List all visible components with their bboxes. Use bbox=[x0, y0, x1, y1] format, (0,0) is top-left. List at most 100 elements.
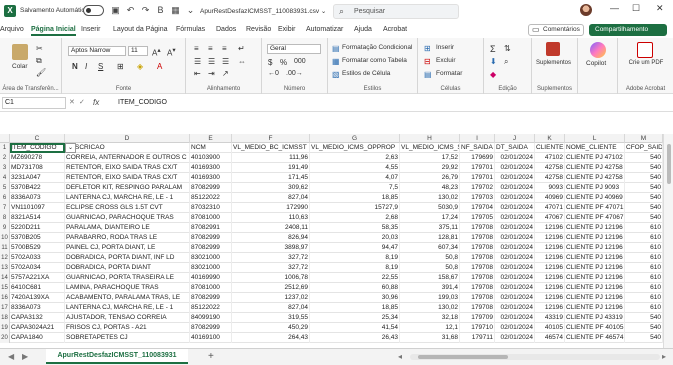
table-cell[interactable]: 8336A073 bbox=[10, 193, 65, 203]
table-cell[interactable]: 29,92 bbox=[400, 163, 460, 173]
header-cell[interactable]: DESCRICAO bbox=[65, 143, 190, 153]
table-cell[interactable]: GUARNICAO, PORTA TRASEIRA LE bbox=[65, 273, 190, 283]
share-button[interactable]: Compartilhamento bbox=[589, 24, 667, 36]
percent-button[interactable]: % bbox=[280, 58, 287, 67]
column-header-k[interactable]: K bbox=[535, 134, 565, 143]
table-cell[interactable]: CAPA1840 bbox=[10, 333, 65, 343]
table-cell[interactable]: 8,19 bbox=[310, 263, 400, 273]
table-cell[interactable]: 2,68 bbox=[310, 213, 400, 223]
table-cell[interactable]: 179710 bbox=[460, 323, 495, 333]
select-all-corner[interactable] bbox=[0, 134, 10, 143]
table-cell[interactable]: 610 bbox=[625, 293, 663, 303]
table-cell[interactable]: GUARNICAO, PARACHOQUE TRAS bbox=[65, 213, 190, 223]
row-number[interactable]: 9 bbox=[0, 223, 10, 233]
row-number[interactable]: 5 bbox=[0, 183, 10, 193]
table-cell[interactable]: CLIENTE PJ 43319 bbox=[565, 313, 625, 323]
undo-icon[interactable]: ↶ bbox=[125, 5, 136, 16]
align-left-icon[interactable]: ☰ bbox=[194, 57, 201, 66]
table-cell[interactable]: RETENTOR, EIXO SAIDA TRAS CX/T bbox=[65, 173, 190, 183]
table-cell[interactable]: 40969 bbox=[535, 193, 565, 203]
table-cell[interactable]: 540 bbox=[625, 183, 663, 193]
column-header-i[interactable]: I bbox=[460, 134, 495, 143]
horizontal-scroll-thumb[interactable] bbox=[418, 355, 508, 359]
table-cell[interactable]: 02/01/2024 bbox=[495, 273, 535, 283]
comments-button[interactable]: Comentários bbox=[528, 24, 584, 36]
table-cell[interactable]: 12196 bbox=[535, 233, 565, 243]
table-cell[interactable]: 327,72 bbox=[232, 253, 310, 263]
row-number[interactable]: 13 bbox=[0, 263, 10, 273]
table-cell[interactable]: 826,94 bbox=[232, 233, 310, 243]
table-cell[interactable]: CLIENTE PJ 9093 bbox=[565, 183, 625, 193]
column-header-f[interactable]: F bbox=[232, 134, 310, 143]
table-cell[interactable]: 179699 bbox=[460, 153, 495, 163]
table-cell[interactable]: CLIENTE PF 46574 bbox=[565, 333, 625, 343]
table-cell[interactable]: 60,88 bbox=[310, 283, 400, 293]
table-cell[interactable]: 40169100 bbox=[190, 333, 232, 343]
table-cell[interactable]: 540 bbox=[625, 313, 663, 323]
italic-button[interactable]: I bbox=[85, 62, 87, 71]
table-cell[interactable]: LAMINA, PARACHOQUE TRAS bbox=[65, 283, 190, 293]
table-cell[interactable]: 827,04 bbox=[232, 303, 310, 313]
fill-color-icon[interactable]: ◈ bbox=[137, 62, 143, 71]
table-cell[interactable]: 02/01/2024 bbox=[495, 153, 535, 163]
table-cell[interactable]: 83021000 bbox=[190, 263, 232, 273]
close-icon[interactable]: ✕ bbox=[656, 3, 664, 14]
customize-icon[interactable]: ⌄ bbox=[185, 5, 196, 16]
table-cell[interactable]: 1237,02 bbox=[232, 293, 310, 303]
table-cell[interactable]: 540 bbox=[625, 193, 663, 203]
align-right-icon[interactable]: ☰ bbox=[222, 57, 229, 66]
tab-inserir[interactable]: Inserir bbox=[81, 26, 100, 33]
align-center-icon[interactable]: ☰ bbox=[208, 57, 215, 66]
fill-icon[interactable]: ⬇ bbox=[490, 57, 497, 66]
table-cell[interactable]: 610 bbox=[625, 223, 663, 233]
header-cell[interactable]: ITEM_CODIGO bbox=[10, 143, 65, 153]
table-cell[interactable]: 31,68 bbox=[400, 333, 460, 343]
table-cell[interactable]: CLIENTE PJ 12196 bbox=[565, 253, 625, 263]
table-cell[interactable]: 199,03 bbox=[400, 293, 460, 303]
table-cell[interactable]: 179701 bbox=[460, 163, 495, 173]
header-cell[interactable]: NF_SAIDA bbox=[460, 143, 495, 153]
table-cell[interactable]: 5370B205 bbox=[10, 233, 65, 243]
table-cell[interactable]: 85122022 bbox=[190, 303, 232, 313]
header-cell[interactable]: CFOP_SAID bbox=[625, 143, 663, 153]
table-cell[interactable]: 12196 bbox=[535, 243, 565, 253]
table-cell[interactable]: 179708 bbox=[460, 263, 495, 273]
increase-indent-icon[interactable]: ⇥ bbox=[208, 69, 215, 78]
table-cell[interactable]: LANTERNA CJ, MARCHA RE, LE - 1 bbox=[65, 303, 190, 313]
column-header-e[interactable]: E bbox=[190, 134, 232, 143]
table-cell[interactable]: 5757A221XA bbox=[10, 273, 65, 283]
add-sheet-button[interactable]: + bbox=[208, 351, 214, 362]
table-cell[interactable]: CLIENTE PJ 47102 bbox=[565, 153, 625, 163]
format-painter-icon[interactable]: 🖌 bbox=[36, 68, 46, 77]
name-box[interactable]: C1 bbox=[2, 97, 66, 109]
table-cell[interactable]: 02/01/2024 bbox=[495, 203, 535, 213]
sort-filter-icon[interactable]: ⇅ bbox=[504, 44, 511, 53]
header-cell[interactable]: VL_MEDIO_ICMS_ST bbox=[400, 143, 460, 153]
row-number[interactable]: 14 bbox=[0, 273, 10, 283]
table-cell[interactable]: 5030,9 bbox=[400, 203, 460, 213]
table-cell[interactable]: 8321A514 bbox=[10, 213, 65, 223]
wrap-text-icon[interactable]: ↵ bbox=[238, 44, 245, 53]
tab-pagina-inicial[interactable]: Página Inicial bbox=[31, 26, 76, 36]
table-cell[interactable]: 43319 bbox=[535, 313, 565, 323]
header-cell[interactable]: VL_MEDIO_BC_ICMSST bbox=[232, 143, 310, 153]
table-cell[interactable]: 40103900 bbox=[190, 153, 232, 163]
table-cell[interactable]: PARALAMA, DIANTEIRO LE bbox=[65, 223, 190, 233]
table-cell[interactable]: 7,5 bbox=[310, 183, 400, 193]
table-cell[interactable]: 264,43 bbox=[232, 333, 310, 343]
table-cell[interactable]: CLIENTE PJ 12196 bbox=[565, 223, 625, 233]
bold-quick-icon[interactable]: B bbox=[155, 5, 166, 16]
table-cell[interactable]: 18,85 bbox=[310, 303, 400, 313]
table-cell[interactable]: RETENTOR, EIXO SAIDA TRAS CX/T bbox=[65, 163, 190, 173]
table-cell[interactable]: 179704 bbox=[460, 203, 495, 213]
table-cell[interactable]: CLIENTE PJ 12196 bbox=[565, 293, 625, 303]
table-cell[interactable]: 4,07 bbox=[310, 173, 400, 183]
grow-font-icon[interactable]: A▴ bbox=[152, 46, 161, 58]
copy-icon[interactable]: ⧉ bbox=[36, 56, 42, 66]
table-cell[interactable]: 191,49 bbox=[232, 163, 310, 173]
table-cell[interactable]: 87081000 bbox=[190, 213, 232, 223]
table-cell[interactable]: 02/01/2024 bbox=[495, 223, 535, 233]
orientation-icon[interactable]: ↗ bbox=[222, 69, 229, 78]
table-cell[interactable]: 42758 bbox=[535, 173, 565, 183]
table-cell[interactable]: 40169300 bbox=[190, 163, 232, 173]
